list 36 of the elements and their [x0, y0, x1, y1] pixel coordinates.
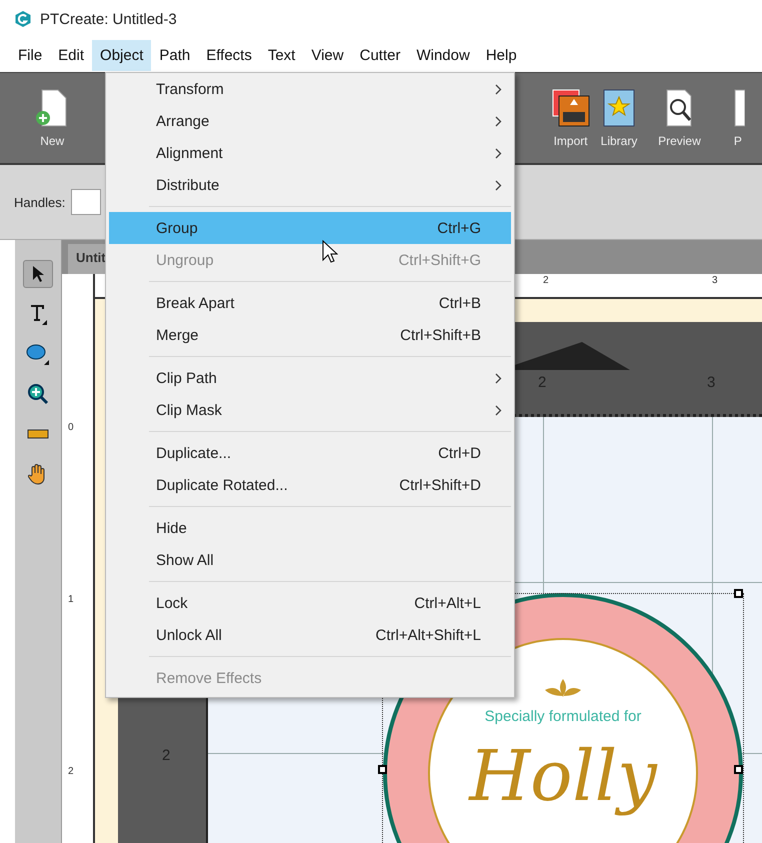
arrow-pointer-icon — [31, 265, 45, 283]
menu-bar-item[interactable]: Cutter — [352, 40, 408, 70]
menu-bar-item[interactable]: Effects — [198, 40, 260, 70]
menu-item[interactable]: Group Ctrl+G — [109, 212, 511, 244]
menu-bar-item[interactable]: File — [10, 40, 50, 70]
ornament-icon — [543, 678, 583, 698]
menu-bar-item[interactable]: Text — [260, 40, 304, 70]
menu-bar-item[interactable]: Help — [478, 40, 525, 70]
mouse-cursor-icon — [322, 240, 338, 264]
ruler-tool-icon[interactable] — [27, 429, 49, 439]
menu-item[interactable]: Transform — [109, 73, 511, 105]
toolbar-button[interactable]: Import — [546, 88, 595, 148]
selection-handle[interactable] — [378, 765, 387, 774]
label-subtitle: Specially formulated for — [484, 708, 642, 725]
menu-bar-item[interactable]: View — [303, 40, 352, 70]
handles-field[interactable] — [71, 189, 102, 215]
svg-import-icon — [550, 88, 591, 128]
toolbar-button[interactable]: Library — [594, 88, 644, 148]
menu-item[interactable]: Alignment — [109, 137, 511, 169]
toolbar-button[interactable]: P — [714, 88, 762, 148]
selection-handle[interactable] — [734, 765, 743, 774]
toolbar-button[interactable]: Preview — [655, 88, 704, 148]
menu-bar-item[interactable]: Object — [92, 40, 152, 70]
menu-bar-item[interactable]: Window — [408, 40, 478, 70]
menu-item[interactable]: Arrange — [109, 105, 511, 137]
star-book-icon — [601, 88, 638, 128]
label-name: Holly — [469, 735, 657, 817]
window-title: PTCreate: Untitled-3 — [40, 10, 177, 28]
app-logo-icon — [14, 10, 32, 28]
handles-label: Handles: — [14, 194, 66, 210]
menu-bar-item[interactable]: Edit — [50, 40, 92, 70]
select-tool-button[interactable] — [23, 260, 53, 288]
menu-item[interactable]: Distribute — [109, 169, 511, 201]
toolbar-button[interactable]: New — [28, 88, 76, 148]
menu-bar-item[interactable]: Path — [151, 40, 198, 70]
selection-handle[interactable] — [734, 589, 743, 598]
